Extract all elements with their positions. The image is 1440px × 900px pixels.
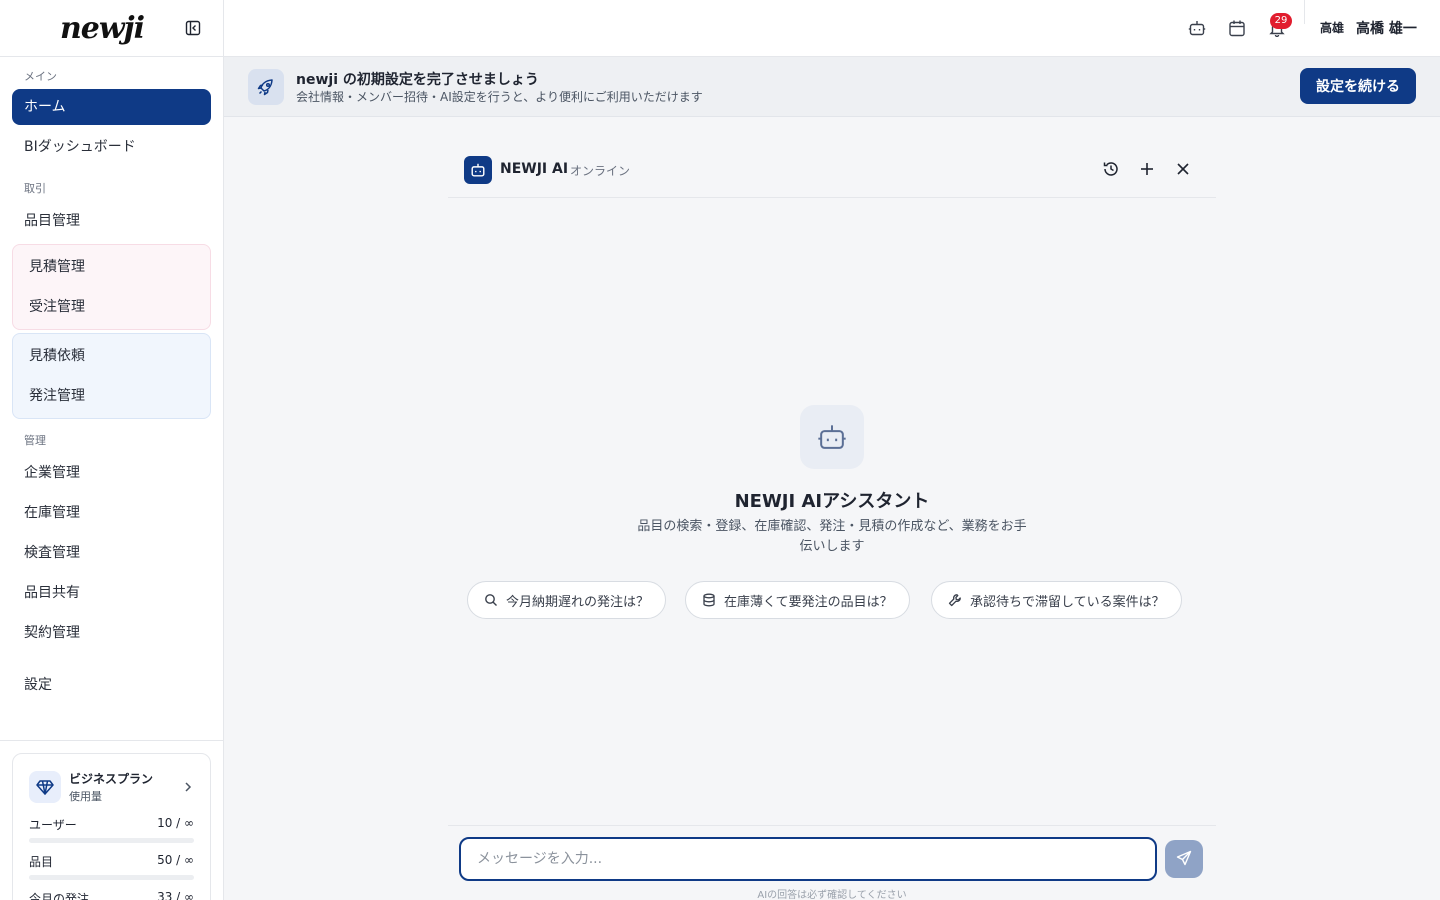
sidebar-collapse-icon[interactable] xyxy=(185,20,201,36)
chat-status: オンライン xyxy=(570,164,631,178)
suggestion-label: 在庫薄くて要発注の品目は？ xyxy=(724,594,893,610)
usage-bar xyxy=(29,838,194,843)
usage-label: 今月の発注 xyxy=(29,892,90,900)
sidebar-item-bi-dashboard[interactable]: BIダッシュボード xyxy=(12,127,211,167)
user-name[interactable]: 高橋 雄一 xyxy=(1356,18,1417,38)
section-label-trade: 取引 xyxy=(24,182,46,195)
send-icon xyxy=(1176,850,1192,869)
assistant-title: NEWJI AIアシスタント xyxy=(734,491,930,512)
ai-disclaimer: AIの回答は必ず確認してください xyxy=(757,890,907,900)
continue-setup-button[interactable]: 設定を続ける xyxy=(1300,68,1416,104)
notification-badge: 29 xyxy=(1270,13,1292,29)
rocket-icon xyxy=(248,69,284,105)
diamond-icon xyxy=(29,771,61,803)
search-icon xyxy=(484,593,498,607)
suggestion-chip-low-stock[interactable]: 在庫薄くて要発注の品目は？ xyxy=(685,581,910,619)
sales-group: 見積管理 受注管理 xyxy=(12,244,211,330)
sidebar-item-companies[interactable]: 企業管理 xyxy=(12,453,211,493)
usage-row-users: ユーザー 10 / ∞ xyxy=(29,816,194,833)
database-icon xyxy=(702,593,716,607)
usage-row-items: 品目 50 / ∞ xyxy=(29,853,194,870)
suggestion-label: 承認待ちで滞留している案件は？ xyxy=(970,594,1165,610)
plan-header: ビジネスプラン 使用量 xyxy=(29,770,194,804)
usage-row-monthly-orders: 今月の発注 33 / ∞ xyxy=(29,890,194,900)
sidebar-nav: メイン ホーム BIダッシュボード 取引 品目管理 見積管理 受注管理 見積依頼… xyxy=(0,57,223,705)
usage-label: ユーザー xyxy=(29,818,77,832)
avatar[interactable]: 高雄 xyxy=(1320,19,1344,36)
sidebar-item-item-share[interactable]: 品目共有 xyxy=(12,573,211,613)
send-button[interactable] xyxy=(1165,840,1203,878)
chat-title: NEWJI AI xyxy=(500,161,569,177)
logo-bar: newji xyxy=(0,0,223,57)
plan-name: ビジネスプラン xyxy=(69,772,154,786)
sidebar-item-orders-received[interactable]: 受注管理 xyxy=(13,287,210,327)
robot-icon[interactable] xyxy=(1187,18,1207,38)
sidebar-item-quote-requests[interactable]: 見積依頼 xyxy=(13,336,210,376)
usage-value: 10 / ∞ xyxy=(157,816,194,830)
suggestion-label: 今月納期遅れの発注は？ xyxy=(506,594,650,610)
usage-bar xyxy=(29,875,194,880)
assistant-robot-icon xyxy=(800,405,864,469)
chevron-right-icon[interactable] xyxy=(182,778,194,797)
suggestion-chip-pending-approval[interactable]: 承認待ちで滞留している案件は？ xyxy=(931,581,1182,619)
composer-divider xyxy=(448,825,1216,826)
assistant-description: 品目の検索・登録、在庫確認、発注・見積の作成など、業務をお手伝いします xyxy=(637,519,1027,554)
banner-title: newji の初期設定を完了させましょう xyxy=(296,72,539,88)
usage-value: 33 / ∞ xyxy=(157,890,194,900)
usage-label: 品目 xyxy=(29,855,54,869)
setup-banner: newji の初期設定を完了させましょう 会社情報・メンバー招待・AI設定を行う… xyxy=(224,57,1440,117)
suggestion-chip-late-orders[interactable]: 今月納期遅れの発注は？ xyxy=(467,581,667,619)
logo[interactable]: newji xyxy=(60,11,145,46)
sidebar-item-home[interactable]: ホーム xyxy=(12,89,211,125)
sidebar-item-items[interactable]: 品目管理 xyxy=(12,201,211,241)
sidebar-item-purchase-orders[interactable]: 発注管理 xyxy=(13,376,210,416)
section-label-manage: 管理 xyxy=(24,434,46,447)
usage-value: 50 / ∞ xyxy=(157,853,194,867)
top-bar: 29 高雄 高橋 雄一 xyxy=(224,0,1440,57)
section-label-main: メイン xyxy=(24,70,57,83)
purchase-group: 見積依頼 発注管理 xyxy=(12,333,211,419)
sidebar-item-settings[interactable]: 設定 xyxy=(12,665,211,705)
close-icon[interactable] xyxy=(1173,159,1193,179)
sidebar-item-inventory[interactable]: 在庫管理 xyxy=(12,493,211,533)
sidebar-item-contracts[interactable]: 契約管理 xyxy=(12,613,211,653)
message-input[interactable] xyxy=(459,837,1157,881)
sidebar-item-inspection[interactable]: 検査管理 xyxy=(12,533,211,573)
robot-icon xyxy=(464,156,492,184)
plan-title: ビジネスプラン 使用量 xyxy=(69,770,153,804)
history-icon[interactable] xyxy=(1101,159,1121,179)
plan-divider xyxy=(0,740,223,741)
calendar-icon[interactable] xyxy=(1227,18,1247,38)
plan-sub: 使用量 xyxy=(69,790,102,803)
new-chat-icon[interactable] xyxy=(1137,159,1157,179)
wrench-icon xyxy=(948,593,962,607)
plan-card[interactable]: ビジネスプラン 使用量 ユーザー 10 / ∞ 品目 50 / ∞ 今月の発注 … xyxy=(12,753,211,900)
banner-subtitle: 会社情報・メンバー招待・AI設定を行うと、より便利にご利用いただけます xyxy=(296,90,703,104)
sidebar: newji メイン ホーム BIダッシュボード 取引 品目管理 見積管理 受注管… xyxy=(0,0,224,900)
sidebar-item-quotes[interactable]: 見積管理 xyxy=(13,247,210,287)
top-divider xyxy=(1304,0,1305,24)
chat-header: NEWJI AI オンライン xyxy=(448,141,1216,198)
